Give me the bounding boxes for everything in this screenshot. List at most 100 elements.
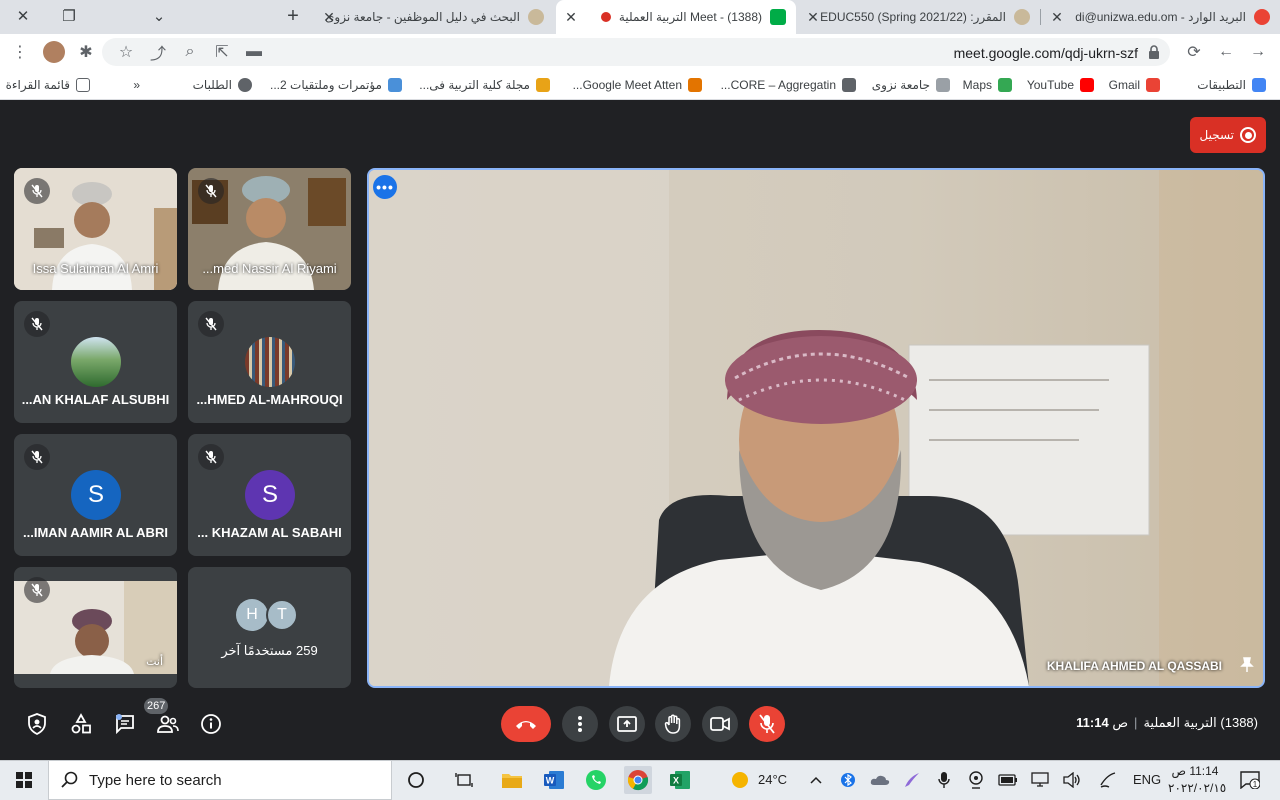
- more-options-button[interactable]: •••: [373, 175, 397, 199]
- bookmarks-overflow-button[interactable]: »: [133, 76, 140, 94]
- self-view-tile[interactable]: أنت: [14, 567, 177, 688]
- back-icon[interactable]: ←: [1212, 38, 1240, 66]
- chat-icon[interactable]: [110, 710, 140, 738]
- participant-tile[interactable]: ...AN KHALAF ALSUBHI: [14, 301, 177, 423]
- participant-tile[interactable]: S ... KHAZAM AL SABAHI: [188, 434, 351, 556]
- self-label: أنت: [146, 656, 163, 668]
- onedrive-icon[interactable]: [866, 766, 894, 794]
- bluetooth-icon[interactable]: [834, 766, 862, 794]
- webcam-tray-icon[interactable]: [962, 766, 990, 794]
- volume-icon[interactable]: [1058, 766, 1086, 794]
- others-tile[interactable]: H T 259 مستخدمًا آخر: [188, 567, 351, 688]
- close-tab-icon[interactable]: ✕: [564, 10, 578, 24]
- open-external-icon[interactable]: ⇱: [208, 38, 236, 66]
- weather-temp[interactable]: 24°C: [758, 772, 787, 787]
- menu-icon[interactable]: ⋮: [6, 38, 34, 66]
- chrome-icon[interactable]: [624, 766, 652, 794]
- excel-icon[interactable]: X: [666, 766, 694, 794]
- globe-icon: [238, 78, 252, 92]
- bookmark-requests[interactable]: الطلبات: [193, 76, 252, 94]
- record-icon: [1240, 127, 1256, 143]
- taskbar-search-input[interactable]: Type here to search: [48, 760, 392, 800]
- reading-list-button[interactable]: قائمة القراءة: [6, 76, 90, 94]
- participant-tile[interactable]: S ...IMAN AAMIR AL ABRI: [14, 434, 177, 556]
- bookmark-apps[interactable]: التطبيقات: [1197, 76, 1266, 94]
- microphone-button[interactable]: [749, 706, 785, 742]
- participant-name: ...AN KHALAF ALSUBHI: [21, 392, 170, 407]
- weather-sun-icon[interactable]: [726, 766, 754, 794]
- close-tab-icon[interactable]: ✕: [806, 10, 820, 24]
- lock-icon[interactable]: [1140, 38, 1168, 66]
- camera-button[interactable]: [702, 706, 738, 742]
- bookmark-unizwa[interactable]: جامعة نزوى: [872, 76, 950, 94]
- activities-icon[interactable]: [66, 710, 96, 738]
- participant-name: ...HMED AL-MAHROUQI: [196, 392, 343, 407]
- battery-icon[interactable]: [994, 766, 1022, 794]
- url-text[interactable]: meet.google.com/qdj-ukrn-szf: [954, 45, 1138, 61]
- raise-hand-button[interactable]: [655, 706, 691, 742]
- microphone-tray-icon[interactable]: [930, 766, 958, 794]
- restore-window-button[interactable]: ❐: [46, 0, 92, 32]
- word-icon[interactable]: W: [540, 766, 568, 794]
- close-tab-icon[interactable]: ✕: [322, 10, 336, 24]
- meeting-info: (1388) التربية العملية|ص 11:14: [1076, 715, 1258, 730]
- maps-icon: [998, 78, 1012, 92]
- windows-start-icon[interactable]: [10, 766, 38, 794]
- avatar: T: [266, 599, 298, 631]
- participant-name: Issa Sulaiman Al Amri: [32, 261, 159, 276]
- avatar: [71, 337, 121, 387]
- network-icon[interactable]: [1026, 766, 1054, 794]
- participant-tile[interactable]: Issa Sulaiman Al Amri: [14, 168, 177, 290]
- tab-staff-directory[interactable]: البحث في دليل الموظفين - جامعة نزوى ✕: [314, 0, 554, 34]
- host-controls-icon[interactable]: [22, 710, 52, 738]
- forward-icon[interactable]: →: [1244, 38, 1272, 66]
- present-screen-button[interactable]: [609, 706, 645, 742]
- notifications-icon[interactable]: 1: [1236, 766, 1264, 794]
- leave-call-button[interactable]: [501, 706, 551, 742]
- close-window-button[interactable]: ✕: [0, 0, 46, 32]
- close-tab-icon[interactable]: ✕: [1050, 10, 1064, 24]
- pen-menu-icon[interactable]: [1094, 766, 1122, 794]
- bookmark-journal[interactable]: مجلة كلية التربية فى...: [419, 76, 550, 94]
- extensions-icon[interactable]: ✱: [72, 38, 100, 66]
- bookmark-conferences[interactable]: مؤتمرات وملتقيات 2...: [270, 76, 402, 94]
- main-speaker-video[interactable]: [367, 168, 1265, 688]
- participant-tile[interactable]: ...HMED AL-MAHROUQI: [188, 301, 351, 423]
- main-speaker-name: KHALIFA AHMED AL QASSABI: [1046, 659, 1222, 673]
- meeting-name: (1388) التربية العملية: [1143, 715, 1258, 730]
- reload-icon[interactable]: ⟳: [1180, 38, 1208, 66]
- tab-moodle[interactable]: المقرر: EDUC550 (Spring 2021/22) ✕: [798, 0, 1040, 34]
- more-options-button[interactable]: [562, 706, 598, 742]
- gmail-icon: [1254, 9, 1270, 25]
- record-button[interactable]: تسجيل: [1189, 117, 1266, 153]
- meeting-details-icon[interactable]: [196, 710, 226, 738]
- pen-icon[interactable]: [898, 766, 926, 794]
- participant-tile[interactable]: ...med Nassir Al Riyami: [188, 168, 351, 290]
- people-count-badge: 267: [144, 698, 169, 714]
- youtube-icon: [1080, 78, 1094, 92]
- input-language[interactable]: ENG: [1133, 772, 1161, 787]
- chevron-up-icon[interactable]: [802, 766, 830, 794]
- zoom-icon[interactable]: ⌕: [176, 38, 204, 66]
- people-icon[interactable]: [153, 710, 183, 738]
- pin-icon[interactable]: [1238, 656, 1256, 674]
- task-view-icon[interactable]: [450, 766, 478, 794]
- bookmark-gmail[interactable]: Gmail: [1109, 76, 1160, 94]
- new-tab-button[interactable]: +: [282, 5, 304, 27]
- bookmark-star-icon[interactable]: ☆: [112, 38, 140, 66]
- bookmark-core[interactable]: CORE – Aggregatin...: [721, 76, 856, 94]
- mic-off-icon: [24, 444, 50, 470]
- taskbar-clock[interactable]: 11:14 ص ٢٠٢٢/٠٢/١٥: [1168, 763, 1226, 797]
- tab-gmail[interactable]: البريد الوارد - di@unizwa.edu.om ✕: [1042, 0, 1280, 34]
- file-explorer-icon[interactable]: [498, 766, 526, 794]
- tab-search-button[interactable]: ⌄: [136, 0, 182, 32]
- share-icon[interactable]: ⤴: [144, 38, 172, 66]
- avatar[interactable]: [40, 38, 68, 66]
- bookmark-maps[interactable]: Maps: [963, 76, 1012, 94]
- whatsapp-icon[interactable]: [582, 766, 610, 794]
- bookmark-youtube[interactable]: YouTube: [1027, 76, 1094, 94]
- camera-in-use-icon[interactable]: ▬: [240, 38, 268, 66]
- tab-meet[interactable]: Meet - (1388) التربية العملية ✕: [556, 0, 796, 34]
- bookmark-meet-attendance[interactable]: Google Meet Atten...: [573, 76, 702, 94]
- cortana-icon[interactable]: [402, 766, 430, 794]
